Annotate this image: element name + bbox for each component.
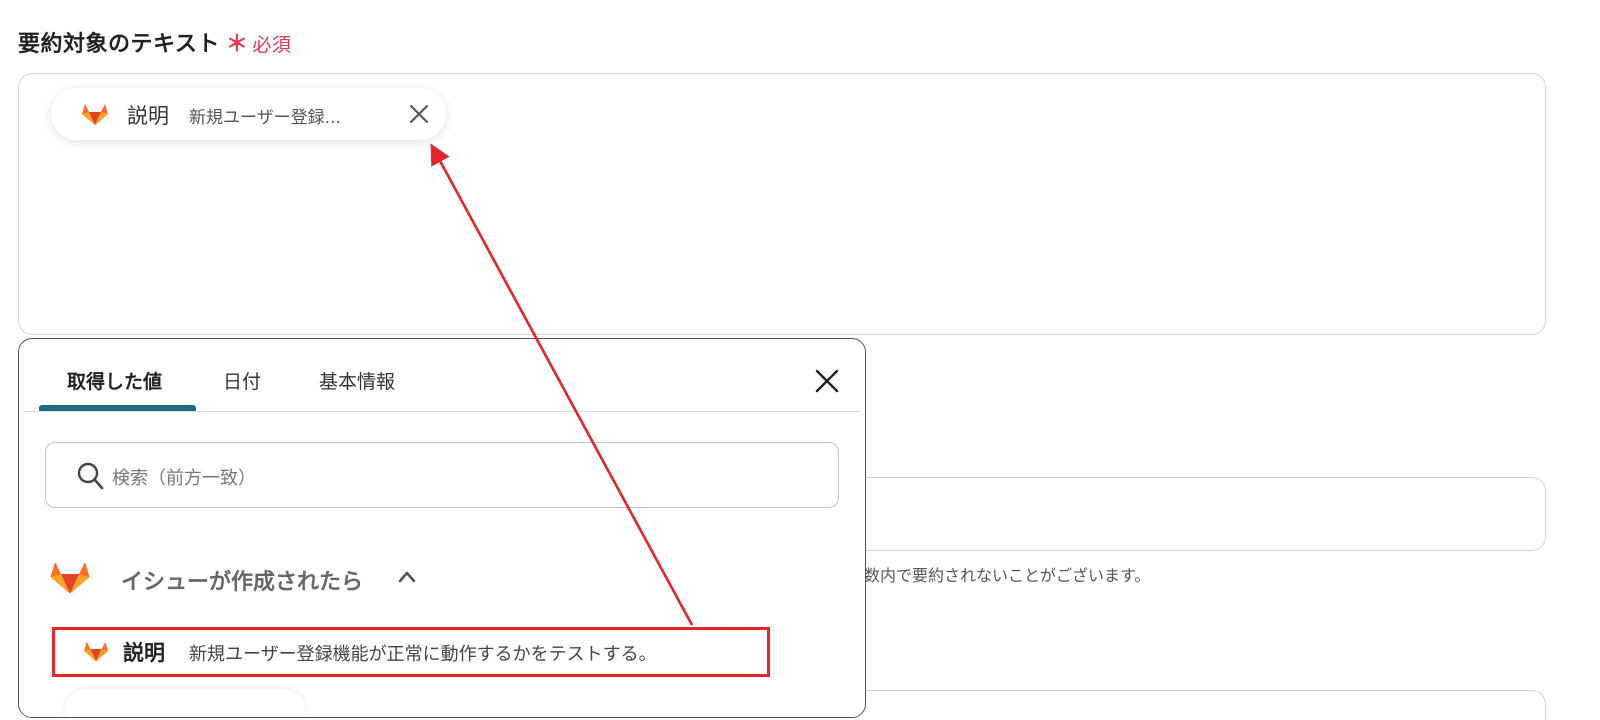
background-hint-text: 数内で要約されないことがございます。 — [864, 566, 1151, 585]
trigger-group-title[interactable]: イシューが作成されたら — [121, 564, 363, 596]
list-item[interactable] — [65, 689, 305, 717]
pill-name: 説明 — [127, 104, 169, 128]
gitlab-icon — [82, 104, 108, 125]
gitlab-icon — [50, 562, 90, 594]
close-icon[interactable] — [407, 102, 431, 126]
required-mark: ＊ — [225, 32, 249, 57]
search-placeholder: 検索（前方一致） — [112, 468, 256, 489]
field-label-text: 要約対象のテキスト — [18, 32, 220, 57]
inserted-value-pill[interactable]: 説明 新規ユーザー登録... — [51, 88, 446, 140]
chevron-up-icon[interactable] — [397, 569, 417, 585]
search-icon — [77, 462, 104, 490]
background-input[interactable] — [860, 477, 1546, 551]
pill-value: 新規ユーザー登録... — [189, 108, 341, 128]
tab-divider — [23, 411, 861, 412]
background-input-lower[interactable] — [860, 690, 1546, 720]
tab-date[interactable]: 日付 — [223, 367, 261, 394]
required-text: 必須 — [252, 34, 292, 56]
highlight-box — [52, 627, 770, 677]
field-label: 要約対象のテキスト＊必須 — [18, 26, 291, 58]
close-icon[interactable] — [813, 367, 841, 395]
tab-basic-info[interactable]: 基本情報 — [319, 367, 395, 394]
tab-acquired-values[interactable]: 取得した値 — [67, 367, 162, 394]
search-input[interactable]: 検索（前方一致） — [45, 442, 839, 508]
